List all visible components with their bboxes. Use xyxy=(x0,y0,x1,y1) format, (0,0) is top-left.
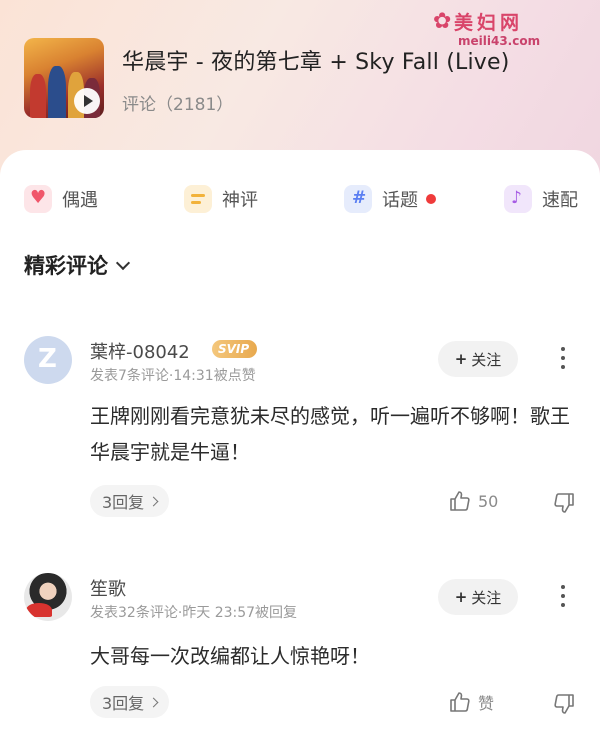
music-note-icon xyxy=(504,185,532,213)
more-options-icon[interactable] xyxy=(558,585,568,609)
avatar[interactable] xyxy=(24,573,72,621)
follow-button[interactable]: + 关注 xyxy=(438,579,518,615)
cover-figure xyxy=(48,66,66,118)
watermark-name: 美妇网 xyxy=(454,12,524,34)
comment-text: 大哥每一次改编都让人惊艳呀！ xyxy=(90,644,370,668)
follow-label: 关注 xyxy=(471,350,502,369)
tab-label: 神评 xyxy=(222,190,258,211)
dislike-button[interactable] xyxy=(552,491,576,515)
replies-button[interactable]: 3回复 xyxy=(90,686,170,718)
plus-icon: + xyxy=(454,588,468,606)
replies-label: 3回复 xyxy=(102,694,145,713)
tab-label: 速配 xyxy=(542,190,578,211)
comment-text: 王牌刚刚看完意犹未尽的感觉，听一遍听不够啊！歌王华晨宇就是牛逼！ xyxy=(90,404,570,464)
notification-dot xyxy=(426,194,436,204)
follow-label: 关注 xyxy=(471,588,502,607)
watermark-url: meili43.com xyxy=(458,34,541,48)
list-icon xyxy=(184,185,212,213)
avatar[interactable] xyxy=(24,336,72,384)
more-options-icon[interactable] xyxy=(558,347,568,371)
comment-meta: 发表7条评论·14:31被点赞 xyxy=(90,368,256,384)
thumbs-down-icon xyxy=(554,493,574,513)
chevron-down-icon xyxy=(115,255,131,270)
watermark-flower-icon: ✿ xyxy=(433,9,452,34)
heart-icon xyxy=(24,185,52,213)
section-title: 精彩评论 xyxy=(24,254,108,278)
replies-button[interactable]: 3回复 xyxy=(90,485,170,517)
tab-encounter[interactable]: 偶遇 xyxy=(24,184,98,214)
svip-badge: SVIP xyxy=(212,340,258,358)
hashtag-icon xyxy=(344,185,372,213)
chevron-right-icon xyxy=(148,496,159,506)
tab-match[interactable]: 速配 xyxy=(504,184,578,214)
tab-top-comments[interactable]: 神评 xyxy=(184,184,258,214)
comment-username[interactable]: 葉梓-08042 xyxy=(90,338,190,364)
song-title[interactable]: 华晨宇 - 夜的第七章 + Sky Fall (Live) xyxy=(122,44,510,76)
like-button[interactable]: 赞 xyxy=(448,690,494,714)
comment-count: 评论（2181） xyxy=(122,95,234,115)
sort-dropdown[interactable]: 精彩评论 xyxy=(24,250,131,280)
like-label: 赞 xyxy=(478,694,495,713)
play-icon[interactable] xyxy=(74,88,100,114)
like-button[interactable]: 50 xyxy=(448,489,498,513)
thumbs-up-icon xyxy=(450,692,470,712)
tab-label: 偶遇 xyxy=(62,190,98,211)
comment-username[interactable]: 笙歌 xyxy=(90,575,126,601)
comment-meta: 发表32条评论·昨天 23:57被回复 xyxy=(90,605,298,621)
thumbs-up-icon xyxy=(450,491,470,511)
replies-label: 3回复 xyxy=(102,493,145,512)
thumbs-down-icon xyxy=(554,694,574,714)
album-cover[interactable] xyxy=(24,38,104,118)
plus-icon: + xyxy=(454,350,468,368)
tab-topics[interactable]: 话题 xyxy=(344,184,436,214)
dislike-button[interactable] xyxy=(552,692,576,716)
follow-button[interactable]: + 关注 xyxy=(438,341,518,377)
tab-label: 话题 xyxy=(382,190,418,211)
chevron-right-icon xyxy=(148,697,159,707)
like-count: 50 xyxy=(478,491,499,511)
cover-figure xyxy=(30,74,46,118)
